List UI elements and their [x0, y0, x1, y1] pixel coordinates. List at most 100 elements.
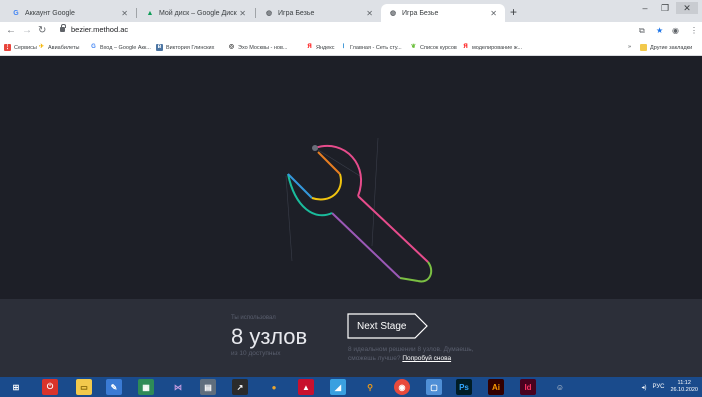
menu-icon[interactable]: ⋮	[690, 26, 698, 35]
tab-bezier-game[interactable]: ◍ Игра Безье ✕	[257, 4, 381, 22]
acrobat-icon[interactable]: ▲	[298, 379, 314, 395]
tab-label: Игра Безье	[278, 9, 315, 17]
close-icon[interactable]: ✕	[239, 9, 246, 18]
chart-icon[interactable]: ↗	[232, 379, 248, 395]
bookmark-vk[interactable]: в Виктория Глинских	[156, 44, 214, 51]
ps-label: Ps	[459, 382, 469, 392]
tab-label: Аккаунт Google	[25, 9, 75, 17]
spreadsheet-icon[interactable]: ▦	[138, 379, 154, 395]
forward-icon[interactable]: →	[22, 25, 32, 36]
extension-icon[interactable]: ◉	[672, 26, 679, 35]
triangle-app-icon[interactable]: ◢	[330, 379, 346, 395]
folder-icon[interactable]: ▭	[76, 379, 92, 395]
bookmark-label: Авиабилеты	[48, 44, 80, 51]
bookmark-label: Сервисы	[14, 44, 37, 51]
tab-google-account[interactable]: G Аккаунт Google ✕	[4, 4, 136, 22]
bookmarks-bar: ⋮ Сервисы ✈ Авиабилеты G Вход – Google А…	[0, 41, 702, 56]
tab-strip: G Аккаунт Google ✕ ▲ Мой диск – Google Д…	[0, 0, 702, 22]
clock[interactable]: 11:12 26.10.2020	[670, 380, 698, 394]
tab-separator	[136, 8, 137, 18]
close-icon[interactable]: ✕	[121, 9, 128, 18]
game-canvas[interactable]	[0, 56, 702, 299]
bow-icon[interactable]: ⋈	[170, 379, 186, 395]
windows-start-icon[interactable]: ⊞	[8, 379, 24, 395]
drive-icon: ▲	[146, 9, 154, 17]
bookmark-label: Эхо Москвы - нов...	[238, 44, 288, 51]
language-indicator[interactable]: РУС	[652, 384, 664, 390]
network-icon: Ⅰ	[342, 44, 345, 50]
globe-icon: ◍	[389, 10, 397, 17]
new-tab-button[interactable]: +	[510, 5, 517, 19]
ai-label: Ai	[492, 382, 500, 392]
clock-date: 26.10.2020	[670, 387, 698, 393]
close-icon[interactable]: ✕	[366, 9, 373, 18]
photoshop-icon[interactable]: Ps	[456, 379, 472, 395]
taskbar: ⊞ ⏻ ▭ ✎ ▦ ⋈ ▤ ↗ ● ▲ ◢ ⚲ ◉ ▢ Ps Ai Id ☺ ◂…	[0, 377, 702, 397]
volume-icon[interactable]: ◂)	[641, 384, 646, 391]
curve-segment	[317, 151, 341, 175]
tab-google-drive[interactable]: ▲ Мой диск – Google Диск ✕	[138, 4, 254, 22]
leaf-icon: ❦	[410, 44, 417, 50]
notebook-icon[interactable]: ✎	[106, 379, 122, 395]
back-icon[interactable]: ←	[6, 25, 16, 36]
anchor-node[interactable]	[312, 145, 318, 151]
minimize-icon[interactable]: –	[636, 2, 654, 14]
bookmark-flights[interactable]: ✈ Авиабилеты	[38, 44, 80, 51]
bookmark-courses[interactable]: ❦ Список курсов	[410, 44, 457, 51]
star-icon[interactable]: ★	[656, 26, 663, 35]
google-icon: G	[13, 9, 19, 17]
result-panel: Ты использовал 8 узлов из 10 доступных N…	[0, 299, 702, 377]
power-icon[interactable]: ⏻	[42, 379, 58, 395]
translate-icon[interactable]: ⧉	[639, 26, 645, 36]
tab-separator	[255, 8, 256, 18]
bookmark-label: Список курсов	[420, 44, 457, 51]
window-close-icon[interactable]: ✕	[676, 2, 698, 14]
close-icon[interactable]: ✕	[490, 9, 497, 18]
calculator-icon[interactable]: ▤	[200, 379, 216, 395]
bookmark-yandex[interactable]: Я Яндекс	[306, 44, 334, 51]
clock-time: 11:12	[677, 380, 691, 386]
curve-segment	[399, 277, 419, 282]
address-bar[interactable]: bezier.method.ac	[60, 24, 129, 34]
wrench-drawing	[285, 137, 433, 283]
url-text: bezier.method.ac	[71, 25, 129, 34]
bookmarks-more[interactable]: »	[628, 44, 631, 50]
tab-label: Мой диск – Google Диск	[159, 9, 237, 17]
search-icon[interactable]: ⚲	[362, 379, 378, 395]
window-controls: – ❐ ✕	[636, 2, 698, 14]
more-label: »	[628, 44, 632, 50]
reload-icon[interactable]: ↻	[38, 25, 46, 36]
bookmark-label: моделирование ж...	[472, 44, 523, 51]
globe-icon: ◍	[265, 10, 273, 17]
nodes-count: 8 узлов	[231, 324, 308, 349]
paint-icon[interactable]: ●	[266, 379, 282, 395]
maximize-icon[interactable]: ❐	[656, 2, 674, 14]
illustrator-icon[interactable]: Ai	[488, 379, 504, 395]
bookmark-label: Вход – Google Акк...	[100, 44, 151, 51]
bookmark-echo[interactable]: ◎ Эхо Москвы - нов...	[228, 44, 288, 51]
google-icon: G	[91, 44, 96, 50]
curve-segment	[331, 212, 401, 279]
indesign-icon[interactable]: Id	[520, 379, 536, 395]
curve-segment	[357, 195, 429, 263]
other-bookmarks[interactable]: Другие закладки	[640, 44, 692, 51]
next-stage-label: Next Stage	[357, 321, 407, 332]
bookmark-services[interactable]: ⋮ Сервисы	[4, 44, 37, 51]
echo-icon: ◎	[228, 44, 235, 50]
next-stage-button[interactable]: Next Stage	[347, 313, 428, 339]
curve-segment	[417, 261, 433, 283]
folder-icon	[640, 44, 647, 51]
used-label: Ты использовал	[231, 315, 276, 321]
guide-line	[371, 137, 379, 247]
lock-icon	[60, 24, 66, 32]
chrome-icon[interactable]: ◉	[394, 379, 410, 395]
curve-segment	[311, 173, 342, 201]
window-icon[interactable]: ▢	[426, 379, 442, 395]
gamepad-icon[interactable]: ☺	[552, 379, 568, 395]
bookmark-network[interactable]: Ⅰ Главная - Сеть сту...	[340, 44, 402, 51]
bookmark-modeling[interactable]: Я моделирование ж...	[462, 44, 522, 51]
tab-bezier-game-active[interactable]: ◍ Игра Безье ✕	[381, 4, 505, 22]
retry-link[interactable]: Попробуй снова	[402, 355, 451, 362]
bookmark-google-signin[interactable]: G Вход – Google Акк...	[90, 44, 151, 51]
tab-label: Игра Безье	[402, 9, 439, 17]
